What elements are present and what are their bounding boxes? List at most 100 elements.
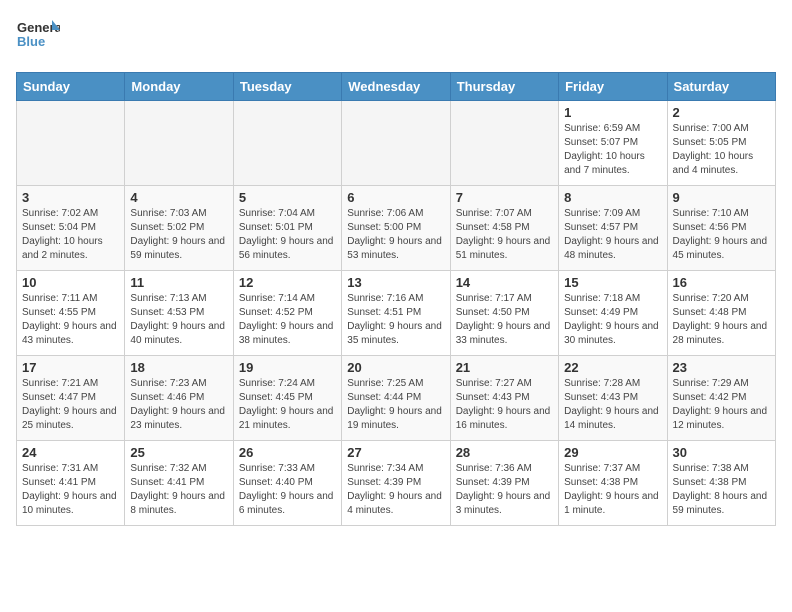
calendar-cell: 8 Sunrise: 7:09 AMSunset: 4:57 PMDaylight…	[559, 186, 667, 271]
day-info: Sunrise: 7:16 AMSunset: 4:51 PMDaylight:…	[347, 292, 444, 348]
weekday-header-row: SundayMondayTuesdayWednesdayThursdayFrid…	[17, 73, 776, 101]
calendar-cell: 9Sunrise: 7:10 AMSunset: 4:56 PMDaylight…	[667, 186, 775, 271]
day-number: 3	[22, 190, 119, 205]
day-number: 23	[673, 360, 770, 375]
calendar-cell: 11 Sunrise: 7:13 AMSunset: 4:53 PMDayligh…	[125, 271, 233, 356]
calendar-table: SundayMondayTuesdayWednesdayThursdayFrid…	[16, 72, 776, 526]
calendar-cell: 30 Sunrise: 7:38 AMSunset: 4:38 PMDayligh…	[667, 441, 775, 526]
calendar-cell: 6Sunrise: 7:06 AMSunset: 5:00 PMDaylight…	[342, 186, 450, 271]
weekday-header-thursday: Thursday	[450, 73, 558, 101]
day-number: 26	[239, 445, 336, 460]
day-number: 4	[130, 190, 227, 205]
calendar-cell	[233, 101, 341, 186]
calendar-cell: 2 Sunrise: 7:00 AMSunset: 5:05 PMDaylight…	[667, 101, 775, 186]
day-number: 7	[456, 190, 553, 205]
weekday-header-monday: Monday	[125, 73, 233, 101]
calendar-cell: 5 Sunrise: 7:04 AMSunset: 5:01 PMDaylight…	[233, 186, 341, 271]
page-header: General Blue	[16, 16, 776, 60]
day-number: 17	[22, 360, 119, 375]
calendar-cell: 17 Sunrise: 7:21 AMSunset: 4:47 PMDayligh…	[17, 356, 125, 441]
day-number: 8	[564, 190, 661, 205]
calendar-cell: 16 Sunrise: 7:20 AMSunset: 4:48 PMDayligh…	[667, 271, 775, 356]
calendar-cell: 10 Sunrise: 7:11 AMSunset: 4:55 PMDayligh…	[17, 271, 125, 356]
weekday-header-wednesday: Wednesday	[342, 73, 450, 101]
calendar-cell: 25 Sunrise: 7:32 AMSunset: 4:41 PMDayligh…	[125, 441, 233, 526]
day-info: Sunrise: 7:09 AMSunset: 4:57 PMDaylight:…	[564, 207, 661, 263]
day-number: 9	[673, 190, 770, 205]
day-info: Sunrise: 7:31 AMSunset: 4:41 PMDaylight:…	[22, 462, 119, 518]
calendar-cell: 22Sunrise: 7:28 AMSunset: 4:43 PMDayligh…	[559, 356, 667, 441]
weekday-header-sunday: Sunday	[17, 73, 125, 101]
day-number: 28	[456, 445, 553, 460]
calendar-cell: 28 Sunrise: 7:36 AMSunset: 4:39 PMDayligh…	[450, 441, 558, 526]
day-info: Sunrise: 7:13 AMSunset: 4:53 PMDaylight:…	[130, 292, 227, 348]
day-number: 2	[673, 105, 770, 120]
calendar-body: 1Sunrise: 6:59 AMSunset: 5:07 PMDaylight…	[17, 101, 776, 526]
logo: General Blue	[16, 16, 60, 60]
day-number: 10	[22, 275, 119, 290]
day-info: Sunrise: 7:36 AMSunset: 4:39 PMDaylight:…	[456, 462, 553, 518]
calendar-cell	[450, 101, 558, 186]
calendar-cell: 19 Sunrise: 7:24 AMSunset: 4:45 PMDayligh…	[233, 356, 341, 441]
day-info: Sunrise: 7:27 AMSunset: 4:43 PMDaylight:…	[456, 377, 553, 433]
day-info: Sunrise: 7:17 AMSunset: 4:50 PMDaylight:…	[456, 292, 553, 348]
calendar-week-2: 3 Sunrise: 7:02 AMSunset: 5:04 PMDaylight…	[17, 186, 776, 271]
day-info: Sunrise: 7:20 AMSunset: 4:48 PMDaylight:…	[673, 292, 770, 348]
day-info: Sunrise: 7:14 AMSunset: 4:52 PMDaylight:…	[239, 292, 336, 348]
svg-text:Blue: Blue	[17, 34, 45, 49]
calendar-week-4: 17 Sunrise: 7:21 AMSunset: 4:47 PMDayligh…	[17, 356, 776, 441]
calendar-cell: 12 Sunrise: 7:14 AMSunset: 4:52 PMDayligh…	[233, 271, 341, 356]
calendar-cell: 23Sunrise: 7:29 AMSunset: 4:42 PMDayligh…	[667, 356, 775, 441]
day-number: 14	[456, 275, 553, 290]
day-info: Sunrise: 7:03 AMSunset: 5:02 PMDaylight:…	[130, 207, 227, 263]
day-info: Sunrise: 7:04 AMSunset: 5:01 PMDaylight:…	[239, 207, 336, 263]
day-info: Sunrise: 7:18 AMSunset: 4:49 PMDaylight:…	[564, 292, 661, 348]
day-info: Sunrise: 7:21 AMSunset: 4:47 PMDaylight:…	[22, 377, 119, 433]
calendar-cell	[125, 101, 233, 186]
calendar-cell: 18 Sunrise: 7:23 AMSunset: 4:46 PMDayligh…	[125, 356, 233, 441]
day-number: 1	[564, 105, 661, 120]
day-info: Sunrise: 7:32 AMSunset: 4:41 PMDaylight:…	[130, 462, 227, 518]
calendar-week-1: 1Sunrise: 6:59 AMSunset: 5:07 PMDaylight…	[17, 101, 776, 186]
calendar-cell: 14 Sunrise: 7:17 AMSunset: 4:50 PMDayligh…	[450, 271, 558, 356]
calendar-cell	[342, 101, 450, 186]
day-info: Sunrise: 7:11 AMSunset: 4:55 PMDaylight:…	[22, 292, 119, 348]
calendar-cell: 15 Sunrise: 7:18 AMSunset: 4:49 PMDayligh…	[559, 271, 667, 356]
day-info: Sunrise: 7:06 AMSunset: 5:00 PMDaylight:…	[347, 207, 444, 263]
weekday-header-friday: Friday	[559, 73, 667, 101]
day-number: 15	[564, 275, 661, 290]
logo-svg: General Blue	[16, 16, 60, 60]
day-info: Sunrise: 7:24 AMSunset: 4:45 PMDaylight:…	[239, 377, 336, 433]
day-number: 20	[347, 360, 444, 375]
day-number: 27	[347, 445, 444, 460]
day-info: Sunrise: 7:23 AMSunset: 4:46 PMDaylight:…	[130, 377, 227, 433]
weekday-header-tuesday: Tuesday	[233, 73, 341, 101]
day-info: Sunrise: 7:25 AMSunset: 4:44 PMDaylight:…	[347, 377, 444, 433]
calendar-cell: 21 Sunrise: 7:27 AMSunset: 4:43 PMDayligh…	[450, 356, 558, 441]
calendar-cell: 1Sunrise: 6:59 AMSunset: 5:07 PMDaylight…	[559, 101, 667, 186]
day-number: 19	[239, 360, 336, 375]
day-info: Sunrise: 7:38 AMSunset: 4:38 PMDaylight:…	[673, 462, 770, 518]
day-number: 30	[673, 445, 770, 460]
day-number: 12	[239, 275, 336, 290]
day-number: 13	[347, 275, 444, 290]
day-number: 25	[130, 445, 227, 460]
calendar-cell: 26 Sunrise: 7:33 AMSunset: 4:40 PMDayligh…	[233, 441, 341, 526]
calendar-cell	[17, 101, 125, 186]
day-info: Sunrise: 7:34 AMSunset: 4:39 PMDaylight:…	[347, 462, 444, 518]
calendar-cell: 24Sunrise: 7:31 AMSunset: 4:41 PMDayligh…	[17, 441, 125, 526]
calendar-cell: 27 Sunrise: 7:34 AMSunset: 4:39 PMDayligh…	[342, 441, 450, 526]
calendar-cell: 29Sunrise: 7:37 AMSunset: 4:38 PMDayligh…	[559, 441, 667, 526]
weekday-header-saturday: Saturday	[667, 73, 775, 101]
day-number: 18	[130, 360, 227, 375]
day-info: Sunrise: 7:00 AMSunset: 5:05 PMDaylight:…	[673, 122, 770, 178]
calendar-week-3: 10 Sunrise: 7:11 AMSunset: 4:55 PMDayligh…	[17, 271, 776, 356]
day-info: Sunrise: 7:37 AMSunset: 4:38 PMDaylight:…	[564, 462, 661, 518]
calendar-week-5: 24Sunrise: 7:31 AMSunset: 4:41 PMDayligh…	[17, 441, 776, 526]
day-number: 5	[239, 190, 336, 205]
day-info: Sunrise: 7:02 AMSunset: 5:04 PMDaylight:…	[22, 207, 119, 263]
day-number: 11	[130, 275, 227, 290]
day-info: Sunrise: 7:33 AMSunset: 4:40 PMDaylight:…	[239, 462, 336, 518]
day-number: 16	[673, 275, 770, 290]
day-number: 21	[456, 360, 553, 375]
